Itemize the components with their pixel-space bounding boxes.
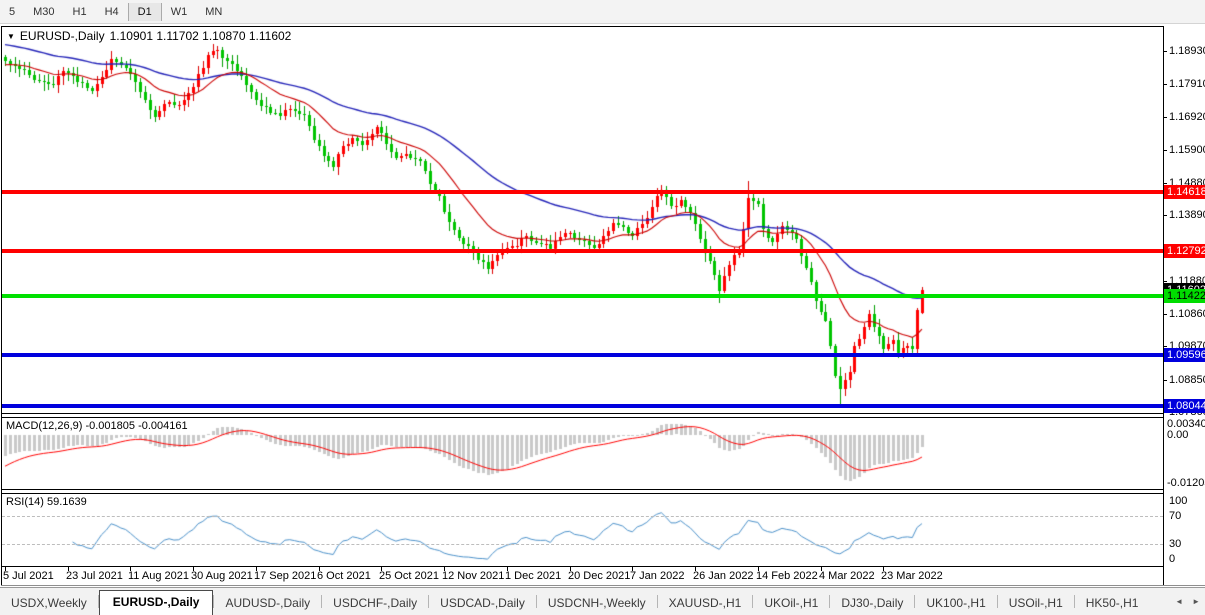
statusbar-separator [1,585,1205,586]
price-tick [1163,117,1167,118]
level-line-1.09596 [2,353,1163,357]
price-tick [1163,346,1167,347]
price-tick [1163,281,1167,282]
price-tick [1163,215,1167,216]
rsi-label: RSI(14) 59.1639 [6,496,87,508]
level-line-1.14618 [2,190,1163,194]
tab-usdcad-daily[interactable]: USDCAD-,Daily [429,592,536,615]
tab-scroll-arrows: ◄ ► [1175,597,1200,606]
timeframe-button-h1[interactable]: H1 [64,3,96,21]
date-label: 23 Jul 2021 [66,570,123,582]
tab-audusd-daily[interactable]: AUDUSD-,Daily [214,592,321,615]
date-label: 4 Mar 2022 [819,570,875,582]
tab-scroll-left-button[interactable]: ◄ [1175,597,1183,606]
price-tick [1163,150,1167,151]
price-tick-label: 1.13890 [1169,209,1205,221]
date-label: 30 Aug 2021 [191,570,253,582]
price-badge-1-12792: 1.12792 [1164,244,1205,258]
timeframe-button-mn[interactable]: MN [196,3,231,21]
price-tick-label: 1.10860 [1169,308,1205,320]
level-line-1.12792 [2,249,1163,253]
symbol-tab-bar: USDX,WeeklyEURUSD-,DailyAUDUSD-,DailyUSD… [0,587,1205,615]
timeframe-button-m30[interactable]: M30 [24,3,63,21]
date-label: 1 Dec 2021 [505,570,561,582]
price-tick [1163,51,1167,52]
date-label: 25 Oct 2021 [379,570,439,582]
date-label: 26 Jan 2022 [693,570,754,582]
price-tick-label: 1.15900 [1169,144,1205,156]
date-label: 5 Jul 2021 [3,570,54,582]
rsi-axis-label: 30 [1169,538,1205,550]
price-tick-label: 1.16920 [1169,111,1205,123]
tab-uk100-h1[interactable]: UK100-,H1 [915,592,996,615]
date-label: 11 Aug 2021 [128,570,189,582]
date-label: 17 Sep 2021 [254,570,316,582]
rsi-axis-label: 0 [1169,553,1205,565]
price-axis-line [1163,26,1164,586]
date-label: 20 Dec 2021 [568,570,630,582]
rsi-indicator-canvas[interactable] [2,494,1163,566]
rsi-level-line-30 [2,544,1163,545]
timeframe-button-5[interactable]: 5 [0,3,24,21]
tab-usdx-weekly[interactable]: USDX,Weekly [0,592,98,615]
price-panel-border-bottom [1,413,1163,414]
price-badge-1-14618: 1.14618 [1164,185,1205,199]
rsi-level-line-70 [2,516,1163,517]
tab-dj30-daily[interactable]: DJ30-,Daily [830,592,914,615]
date-label: 7 Jan 2022 [630,570,684,582]
price-tick [1163,380,1167,381]
tab-usdcnh-weekly[interactable]: USDCNH-,Weekly [537,592,657,615]
trading-app-window: 5M30H1H4D1W1MN ▼ EURUSD-,Daily 1.10901 1… [0,0,1205,615]
tab-xauusd-h1[interactable]: XAUUSD-,H1 [658,592,753,615]
tab-usoil-h1[interactable]: USOil-,H1 [998,592,1074,615]
price-badge-1-08044: 1.08044 [1164,399,1205,413]
level-line-1.11422 [2,294,1163,298]
timeframe-toolbar: 5M30H1H4D1W1MN [0,0,1205,24]
price-tick [1163,84,1167,85]
chart-symbol-label: EURUSD-,Daily [20,29,105,43]
tab-ukoil-h1[interactable]: UKOil-,H1 [753,592,829,615]
macd-axis-label: -0.01205 [1167,477,1205,489]
price-tick [1163,314,1167,315]
price-tick-label: 1.17910 [1169,78,1205,90]
chart-ohlc-values: 1.10901 1.11702 1.10870 1.11602 [110,29,292,43]
date-label: 23 Mar 2022 [881,570,943,582]
rsi-panel-border-bottom [1,566,1163,567]
timeframe-button-d1[interactable]: D1 [128,3,162,21]
macd-axis-label: 0.00 [1167,429,1205,441]
tab-eurusd-daily[interactable]: EURUSD-,Daily [99,590,214,615]
date-label: 14 Feb 2022 [756,570,818,582]
price-badge-1-11422: 1.11422 [1164,289,1205,303]
tab-scroll-right-button[interactable]: ► [1192,597,1200,606]
symbol-dropdown-icon[interactable]: ▼ [7,32,15,41]
price-tick-label: 1.08850 [1169,374,1205,386]
timeframe-button-w1[interactable]: W1 [162,3,197,21]
level-line-1.08044 [2,404,1163,408]
date-label: 6 Oct 2021 [317,570,371,582]
date-label: 12 Nov 2021 [442,570,504,582]
macd-panel-border-bottom [1,489,1163,490]
price-badge-1-09596: 1.09596 [1164,348,1205,362]
tab-usdchf-daily[interactable]: USDCHF-,Daily [322,592,428,615]
macd-label: MACD(12,26,9) -0.001805 -0.004161 [6,420,188,432]
timeframe-button-h4[interactable]: H4 [96,3,128,21]
price-tick-label: 1.18930 [1169,45,1205,57]
rsi-axis-label: 70 [1169,510,1205,522]
chart-title: ▼ EURUSD-,Daily 1.10901 1.11702 1.10870 … [7,29,291,43]
tab-hk50-h1[interactable]: HK50-,H1 [1075,592,1150,615]
rsi-axis-label: 100 [1169,495,1205,507]
